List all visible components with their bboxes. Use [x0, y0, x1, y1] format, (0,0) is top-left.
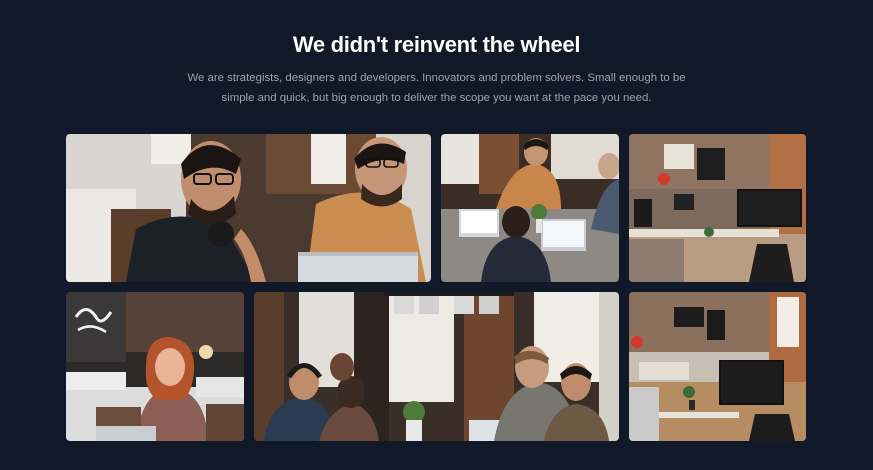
gallery-photo-3 — [629, 134, 806, 282]
photo-two-men-headphones-laptop-icon — [66, 134, 431, 282]
gallery-photo-2 — [441, 134, 619, 282]
photo-team-meeting-table-icon — [254, 292, 619, 441]
photo-empty-office-monitors-icon — [629, 134, 806, 282]
section-description: We are strategists, designers and develo… — [187, 72, 686, 104]
about-section: We didn't reinvent the wheel We are stra… — [0, 0, 873, 470]
photo-woman-laughing-laptop-neon-icon — [66, 292, 244, 441]
gallery-photo-6 — [629, 292, 806, 441]
photo-coworkers-at-desks-laptops-icon — [441, 134, 619, 282]
gallery-photo-5 — [254, 292, 619, 441]
section-title: We didn't reinvent the wheel — [292, 32, 581, 57]
photo-open-office-brick-wall-icon — [629, 292, 806, 441]
gallery-photo-4 — [66, 292, 244, 441]
gallery-photo-1 — [66, 134, 431, 282]
